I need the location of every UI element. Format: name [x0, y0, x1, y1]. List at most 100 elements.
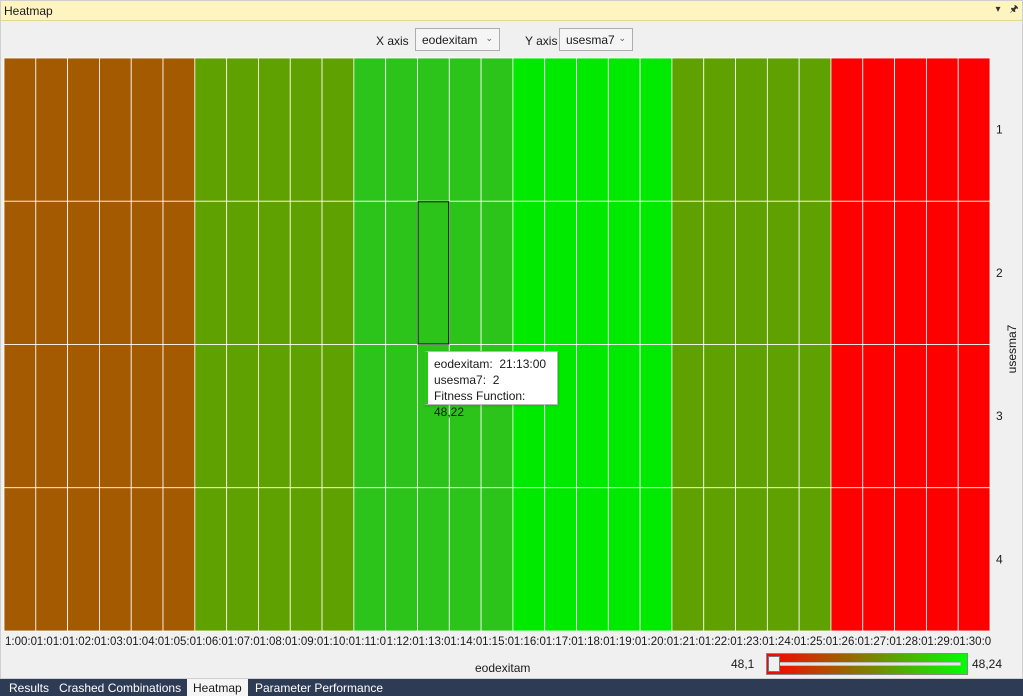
heatmap-cell[interactable]: [639, 57, 673, 202]
heatmap-cell[interactable]: [862, 57, 895, 202]
heatmap-cell[interactable]: [671, 200, 705, 345]
tab-results[interactable]: Results: [3, 679, 55, 696]
heatmap-cell[interactable]: [3, 344, 37, 489]
heatmap-cell[interactable]: [258, 487, 291, 632]
heatmap-cell[interactable]: [862, 200, 895, 345]
heatmap-cell[interactable]: [925, 487, 959, 632]
heatmap-cell[interactable]: [480, 487, 514, 632]
heatmap-cell[interactable]: [353, 57, 387, 202]
heatmap-cell[interactable]: [130, 200, 164, 345]
heatmap-cell[interactable]: [194, 57, 228, 202]
heatmap-cell[interactable]: [671, 344, 705, 489]
heatmap-cell[interactable]: [162, 57, 196, 202]
heatmap-cell[interactable]: [67, 344, 100, 489]
heatmap-cell[interactable]: [607, 200, 641, 345]
heatmap-cell[interactable]: [258, 57, 291, 202]
heatmap-cell[interactable]: [957, 487, 991, 632]
heatmap-cell[interactable]: [735, 57, 768, 202]
heatmap-cell[interactable]: [130, 487, 164, 632]
heatmap-cell[interactable]: [385, 200, 418, 345]
heatmap-cell[interactable]: [576, 57, 609, 202]
heatmap-cell[interactable]: [448, 487, 482, 632]
heatmap-cell[interactable]: [417, 57, 450, 202]
heatmap-cell[interactable]: [894, 487, 927, 632]
heatmap-cell[interactable]: [3, 57, 37, 202]
tab-heatmap[interactable]: Heatmap: [187, 679, 248, 696]
heatmap-cell[interactable]: [226, 200, 259, 345]
tab-crashed-combinations[interactable]: Crashed Combinations: [53, 679, 187, 696]
heatmap-cell[interactable]: [544, 487, 577, 632]
heatmap-cell[interactable]: [448, 57, 482, 202]
heatmap-cell[interactable]: [448, 200, 482, 345]
heatmap-cell[interactable]: [512, 200, 546, 345]
heatmap-cell[interactable]: [35, 57, 69, 202]
heatmap-cell[interactable]: [99, 57, 132, 202]
heatmap-cell[interactable]: [289, 57, 323, 202]
heatmap-cell[interactable]: [258, 344, 291, 489]
heatmap-cell[interactable]: [321, 487, 355, 632]
heatmap-cell[interactable]: [766, 57, 800, 202]
heatmap-cell[interactable]: [544, 200, 577, 345]
heatmap-cell[interactable]: [607, 57, 641, 202]
heatmap-cell[interactable]: [798, 57, 832, 202]
heatmap-cell[interactable]: [703, 344, 736, 489]
legend-range-slider[interactable]: [766, 653, 968, 675]
heatmap-cell[interactable]: [35, 200, 69, 345]
heatmap-cell[interactable]: [321, 57, 355, 202]
heatmap-cell[interactable]: [512, 487, 546, 632]
heatmap-cell[interactable]: [99, 200, 132, 345]
heatmap-cell[interactable]: [3, 487, 37, 632]
heatmap-cell[interactable]: [480, 57, 514, 202]
heatmap-cell[interactable]: [480, 200, 514, 345]
heatmap-cell[interactable]: [639, 487, 673, 632]
heatmap-cell[interactable]: [894, 200, 927, 345]
heatmap-cell[interactable]: [925, 57, 959, 202]
heatmap-cell[interactable]: [194, 344, 228, 489]
heatmap-cell[interactable]: [321, 344, 355, 489]
heatmap-cell[interactable]: [99, 487, 132, 632]
heatmap-cell[interactable]: [862, 487, 895, 632]
heatmap-cell[interactable]: [67, 200, 100, 345]
heatmap-cell[interactable]: [798, 487, 832, 632]
heatmap-cell[interactable]: [894, 57, 927, 202]
heatmap-cell[interactable]: [289, 487, 323, 632]
heatmap-cell[interactable]: [194, 200, 228, 345]
heatmap-cell[interactable]: [289, 200, 323, 345]
heatmap-cell[interactable]: [607, 344, 641, 489]
heatmap-cell[interactable]: [226, 57, 259, 202]
heatmap-cell[interactable]: [130, 344, 164, 489]
heatmap-cell[interactable]: [957, 57, 991, 202]
heatmap-cell[interactable]: [766, 487, 800, 632]
heatmap-cell[interactable]: [35, 487, 69, 632]
heatmap-cell[interactable]: [639, 200, 673, 345]
heatmap-cell[interactable]: [258, 200, 291, 345]
heatmap-cell[interactable]: [353, 344, 387, 489]
heatmap-cell[interactable]: [798, 200, 832, 345]
heatmap-cell[interactable]: [162, 200, 196, 345]
heatmap-cell[interactable]: [925, 344, 959, 489]
heatmap-cell[interactable]: [576, 344, 609, 489]
heatmap-cell[interactable]: [385, 344, 418, 489]
heatmap-cell[interactable]: [957, 344, 991, 489]
heatmap-cell[interactable]: [703, 57, 736, 202]
heatmap-cell[interactable]: [766, 344, 800, 489]
heatmap-cell[interactable]: [226, 487, 259, 632]
heatmap-cell[interactable]: [162, 487, 196, 632]
heatmap-cell[interactable]: [194, 487, 228, 632]
heatmap-cell[interactable]: [289, 344, 323, 489]
heatmap-cell[interactable]: [607, 487, 641, 632]
heatmap-cell[interactable]: [957, 200, 991, 345]
heatmap-cell[interactable]: [544, 57, 577, 202]
heatmap-cell[interactable]: [671, 487, 705, 632]
heatmap-cell[interactable]: [639, 344, 673, 489]
heatmap-cell[interactable]: [766, 200, 800, 345]
heatmap-cell[interactable]: [162, 344, 196, 489]
heatmap-cell[interactable]: [830, 200, 864, 345]
heatmap-cell[interactable]: [862, 344, 895, 489]
heatmap-cell[interactable]: [671, 57, 705, 202]
heatmap-cell[interactable]: [735, 487, 768, 632]
heatmap-chart[interactable]: 1 2 3 4 1:00:0 1:01:0 1:02:0 1:03:0 1:04:0 1:05:0…: [1, 1, 1022, 651]
heatmap-cell[interactable]: [385, 57, 418, 202]
heatmap-cell[interactable]: [576, 200, 609, 345]
heatmap-cell[interactable]: [830, 487, 864, 632]
